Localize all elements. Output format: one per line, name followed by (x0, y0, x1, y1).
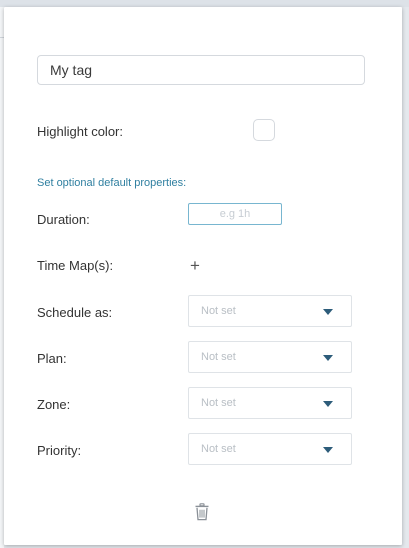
highlight-color-label: Highlight color: (37, 124, 123, 139)
duration-input[interactable] (188, 203, 282, 225)
priority-dropdown[interactable]: Not set (188, 433, 352, 465)
trash-icon-glyph (195, 503, 209, 521)
zone-dropdown[interactable]: Not set (188, 387, 352, 419)
trash-icon[interactable] (194, 503, 210, 521)
duration-label: Duration: (37, 212, 90, 227)
schedule-as-value: Not set (201, 305, 236, 317)
time-maps-label: Time Map(s): (37, 258, 114, 273)
highlight-color-swatch[interactable] (253, 119, 275, 141)
plan-dropdown[interactable]: Not set (188, 341, 352, 373)
tag-name-input[interactable] (37, 55, 365, 85)
zone-label: Zone: (37, 397, 71, 412)
zone-value: Not set (201, 397, 236, 409)
caret-down-icon (323, 309, 333, 315)
caret-down-icon (323, 355, 333, 361)
plus-icon[interactable]: + (190, 257, 200, 274)
caret-down-icon (323, 447, 333, 453)
schedule-as-dropdown[interactable]: Not set (188, 295, 352, 327)
window-top-strip (0, 0, 409, 7)
optional-defaults-heading: Set optional default properties: (37, 177, 187, 189)
plan-value: Not set (201, 351, 236, 363)
caret-down-icon (323, 401, 333, 407)
tag-editor-panel: Highlight color: Set optional default pr… (4, 7, 402, 545)
plan-label: Plan: (37, 351, 67, 366)
priority-label: Priority: (37, 443, 82, 458)
schedule-as-label: Schedule as: (37, 305, 113, 320)
priority-value: Not set (201, 443, 236, 455)
